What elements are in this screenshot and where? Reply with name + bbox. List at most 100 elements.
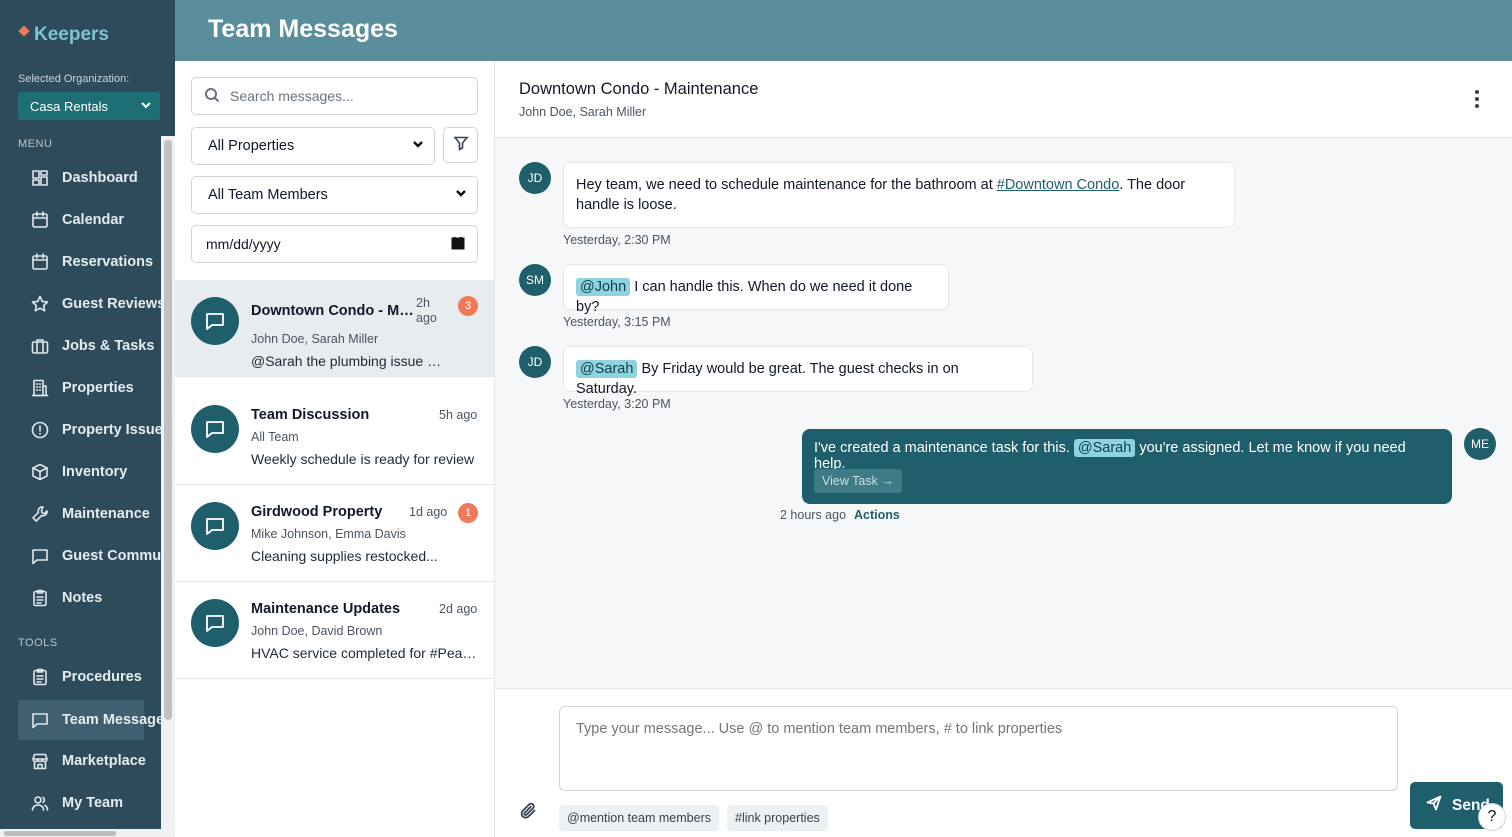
property-link[interactable]: #Downtown Condo [997,177,1120,193]
sidebar-item-label: Marketplace [62,753,146,769]
briefcase-icon [30,336,50,356]
sidebar-item-label: Guest Reviews [62,296,166,312]
message-text: I've created a maintenance task for this… [814,440,1074,456]
sidebar-horizontal-scrollbar[interactable] [0,829,161,837]
more-options-icon[interactable] [1467,89,1487,109]
sidebar-scrollbar[interactable] [161,136,175,837]
sidebar-item-label: Maintenance [62,506,150,522]
building-icon [30,378,50,398]
avatar: JD [519,162,551,194]
conversation-title: Girdwood Property [251,504,383,520]
mention-tag[interactable]: @Sarah [576,360,638,378]
date-placeholder: mm/dd/yyyy [206,236,281,252]
mention-tag[interactable]: @Sarah [1073,439,1136,457]
conversation-item[interactable]: Team Discussion 5h ago All Team Weekly s… [175,388,494,485]
calendar-icon [30,210,50,230]
conversation-title: Team Discussion [251,407,370,423]
property-select[interactable]: All Properties [191,127,435,165]
sidebar-item-maintenance[interactable]: Maintenance [18,494,175,534]
conversation-item[interactable]: Maintenance Updates 2d ago John Doe, Dav… [175,582,494,679]
help-button[interactable]: ? [1478,803,1506,831]
sidebar-scrollbar-thumb[interactable] [164,140,172,720]
unread-badge: 3 [458,296,478,316]
star-icon [30,294,50,314]
sidebar-item-guest-reviews[interactable]: Guest Reviews [18,284,175,324]
sidebar-item-dashboard[interactable]: Dashboard [18,158,175,198]
dashboard-icon [30,168,50,188]
sidebar-horizontal-scrollbar-thumb[interactable] [4,831,116,836]
conversation-time: 5h ago [439,408,478,422]
date-input[interactable]: mm/dd/yyyy [191,225,478,263]
message-text: Hey team, we need to schedule maintenanc… [576,177,997,193]
conversation-members: John Doe, Sarah Miller [251,332,379,346]
message-thread: JD Hey team, we need to schedule mainten… [495,138,1512,688]
sidebar-item-guest-communication[interactable]: Guest Communication [18,536,175,576]
avatar: SM [519,264,551,296]
sidebar-item-label: Property Issues [62,422,171,438]
team-member-select-value: All Team Members [208,187,328,203]
chevron-down-icon [412,138,424,154]
org-select-value: Casa Rentals [30,98,109,114]
clipboard-icon [30,667,50,687]
sidebar-item-label: My Team [62,795,123,811]
chat-bubble-icon [191,405,239,453]
link-property-chip[interactable]: #link properties [727,805,828,831]
conversation-preview: Cleaning supplies restocked... [251,548,438,564]
sidebar: Keepers Selected Organization: Casa Rent… [0,0,175,837]
search-input[interactable]: Search messages... [191,77,478,115]
mention-chip[interactable]: @mention team members [559,805,719,831]
users-icon [30,793,50,813]
brand-logo[interactable]: Keepers [18,24,109,46]
chat-bubble-icon [191,502,239,550]
message-time: Yesterday, 2:30 PM [563,233,671,247]
message-icon [30,710,50,730]
top-bar: Team Messages [175,0,1512,61]
search-placeholder: Search messages... [230,88,354,104]
conversation-item[interactable]: Downtown Condo - Maintenance 2h ago 3 Jo… [175,280,494,377]
sidebar-item-label: Notes [62,590,103,606]
sidebar-item-marketplace[interactable]: Marketplace [18,741,175,781]
property-select-value: All Properties [208,138,295,154]
sidebar-item-property-issues[interactable]: Property Issues [18,410,175,450]
conversation-members: All Team [251,430,299,444]
brand-name: Keepers [34,24,109,45]
sidebar-item-jobs-tasks[interactable]: Jobs & Tasks [18,326,175,366]
my-message-bubble: I've created a maintenance task for this… [802,429,1452,504]
conversation-preview: @Sarah the plumbing issue has been resol… [251,353,446,369]
unread-badge: 1 [458,503,478,523]
sidebar-item-team-messages[interactable]: Team Messages [18,700,172,740]
sidebar-item-calendar[interactable]: Calendar [18,200,175,240]
sidebar-item-label: Guest Communication [62,548,175,564]
sidebar-item-label: Properties [62,380,134,396]
team-member-select[interactable]: All Team Members [191,176,478,214]
actions-link[interactable]: Actions [854,508,900,522]
view-task-button[interactable]: View Task → [814,469,902,493]
avatar: ME [1464,428,1496,460]
message-composer: @mention team members #link properties S… [495,688,1512,837]
mention-tag[interactable]: @John [576,278,631,296]
alert-circle-icon [30,420,50,440]
sidebar-item-reservations[interactable]: Reservations [18,242,175,282]
box-icon [30,462,50,482]
conversation-time: 2d ago [439,602,478,616]
message-time: 2 hours ago [780,508,847,522]
chevron-down-icon [455,187,467,203]
calendar-icon[interactable] [451,236,465,253]
tools-section-label: TOOLS [18,637,58,649]
filter-button[interactable] [443,127,478,163]
sidebar-item-notes[interactable]: Notes [18,578,175,618]
conversation-item[interactable]: Girdwood Property 1d ago 1 Mike Johnson,… [175,485,494,582]
sidebar-item-label: Dashboard [62,170,138,186]
sidebar-item-properties[interactable]: Properties [18,368,175,408]
sidebar-item-inventory[interactable]: Inventory [18,452,175,492]
chat-header: Downtown Condo - Maintenance John Doe, S… [495,61,1512,138]
paperclip-icon[interactable] [519,801,541,823]
avatar: JD [519,346,551,378]
sidebar-item-my-team[interactable]: My Team [18,783,175,823]
message-input[interactable] [559,706,1398,791]
message-meta: 2 hours ago Actions [780,508,900,522]
menu-section-label: MENU [18,138,53,150]
sidebar-item-procedures[interactable]: Procedures [18,657,175,697]
conversation-list-panel: Search messages... All Properties All Te… [175,61,495,837]
org-select[interactable]: Casa Rentals [18,92,160,120]
